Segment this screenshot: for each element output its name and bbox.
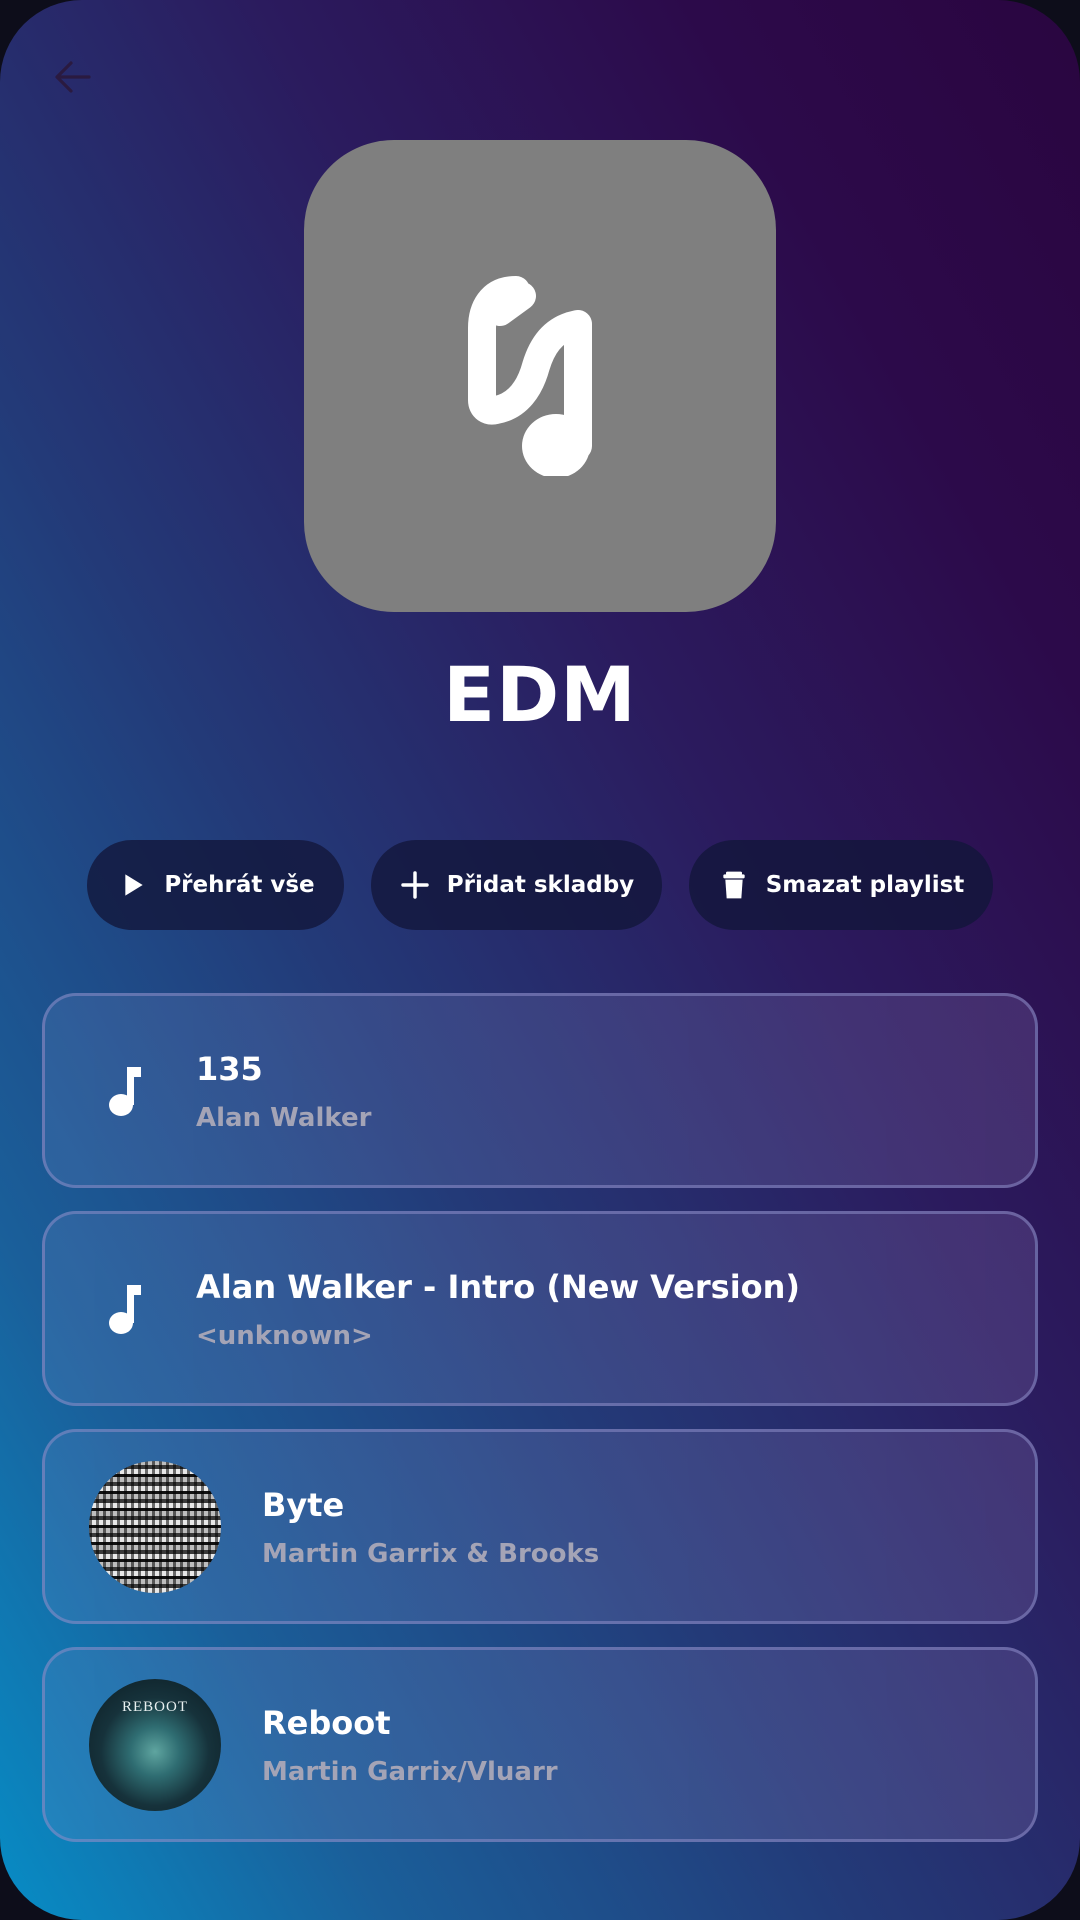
add-tracks-button[interactable]: Přidat skladby xyxy=(371,840,662,930)
add-tracks-label: Přidat skladby xyxy=(446,872,635,898)
track-title: Byte xyxy=(262,1486,345,1524)
trash-icon xyxy=(723,871,745,899)
music-note-icon xyxy=(109,1285,141,1334)
plus-icon xyxy=(401,871,429,899)
track-info: Reboot Martin Garrix/Vluarr xyxy=(262,1704,558,1788)
track-artwork xyxy=(97,1061,157,1121)
delete-playlist-button[interactable]: Smazat playlist xyxy=(689,840,993,930)
track-artwork xyxy=(97,1279,157,1339)
track-artist: <unknown> xyxy=(196,1321,373,1351)
playlist-title: EDM xyxy=(443,650,637,739)
album-art-byte xyxy=(89,1461,221,1593)
album-art-text: REBOOT xyxy=(122,1699,188,1715)
playlist-actions: Přehrát vše Přidat skladby Smazat playli… xyxy=(0,840,1080,930)
track-info: Alan Walker - Intro (New Version) <unkno… xyxy=(196,1268,800,1352)
music-note-icon xyxy=(109,1067,141,1116)
track-item[interactable]: 135 Alan Walker xyxy=(42,993,1038,1188)
track-info: 135 Alan Walker xyxy=(196,1050,371,1134)
track-artist: Martin Garrix & Brooks xyxy=(262,1539,600,1569)
playlist-cover xyxy=(304,140,776,612)
playlist-detail-screen: EDM Přehrát vše Přidat skladby Smazat pl… xyxy=(0,0,1080,1920)
track-title: Reboot xyxy=(262,1704,391,1742)
track-item[interactable]: Alan Walker - Intro (New Version) <unkno… xyxy=(42,1211,1038,1406)
track-list: 135 Alan Walker Alan Walker - Intro (New… xyxy=(42,993,1038,1865)
play-all-label: Přehrát vše xyxy=(164,872,315,898)
track-title: Alan Walker - Intro (New Version) xyxy=(196,1268,801,1306)
track-item[interactable]: REBOOT Reboot Martin Garrix/Vluarr xyxy=(42,1647,1038,1842)
play-all-button[interactable]: Přehrát vše xyxy=(87,840,344,930)
play-icon xyxy=(125,874,143,896)
track-title: 135 xyxy=(196,1050,263,1088)
delete-playlist-label: Smazat playlist xyxy=(765,872,965,898)
back-button[interactable] xyxy=(44,48,102,106)
arrow-left-icon xyxy=(55,61,91,93)
album-art-reboot: REBOOT xyxy=(89,1679,221,1811)
track-info: Byte Martin Garrix & Brooks xyxy=(262,1486,599,1570)
track-artist: Alan Walker xyxy=(196,1103,372,1133)
track-item[interactable]: Byte Martin Garrix & Brooks xyxy=(42,1429,1038,1624)
music-note-icon xyxy=(468,276,592,476)
track-artist: Martin Garrix/Vluarr xyxy=(262,1757,558,1787)
